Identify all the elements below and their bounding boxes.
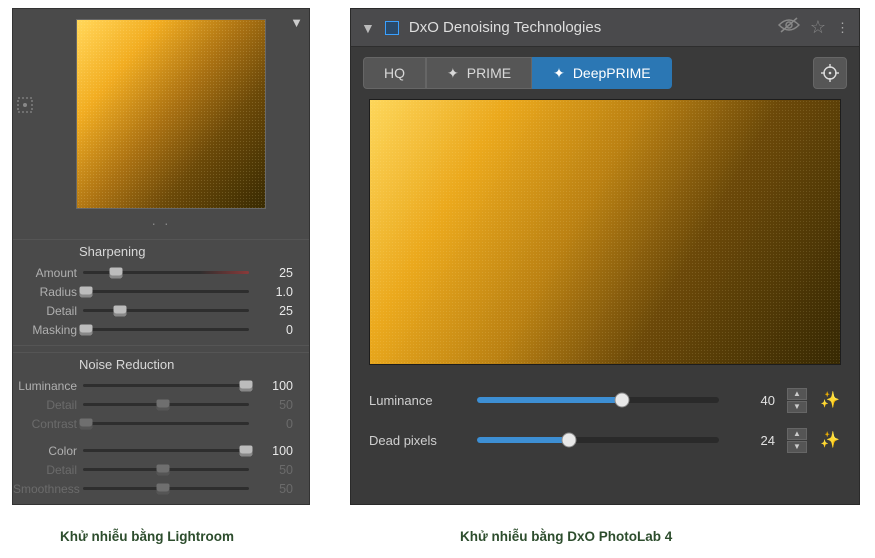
masking-row: Masking 0 [13, 320, 309, 339]
amount-row: Amount 25 [13, 263, 309, 282]
luminance-detail-label: Detail [13, 398, 83, 412]
masking-slider[interactable] [83, 323, 249, 337]
menu-icon[interactable]: ⋮ [836, 20, 849, 36]
tab-hq[interactable]: HQ [363, 57, 426, 89]
dxo-luminance-spinner[interactable]: ▲▼ [787, 388, 807, 413]
dxo-luminance-value[interactable]: 40 [731, 393, 775, 408]
dxo-luminance-row: Luminance 40 ▲▼ ✨ [369, 383, 841, 417]
radius-row: Radius 1.0 [13, 282, 309, 301]
sparkle-icon: ✦ [553, 65, 565, 82]
magic-wand-icon[interactable]: ✨ [819, 430, 841, 450]
contrast-value: 0 [249, 417, 293, 431]
enable-checkbox[interactable] [385, 21, 399, 35]
target-preview-button[interactable] [813, 57, 847, 89]
detail-label: Detail [13, 304, 83, 318]
color-detail-row: Detail 50 [13, 460, 309, 479]
smoothness-value: 50 [249, 482, 293, 496]
amount-slider[interactable] [83, 266, 249, 280]
luminance-detail-slider [83, 398, 249, 412]
masking-value[interactable]: 0 [249, 323, 293, 337]
caption-dxo: Khử nhiễu bằng DxO PhotoLab 4 [460, 529, 672, 544]
noise-reduction-section-title: Noise Reduction [13, 352, 309, 376]
color-detail-value: 50 [249, 463, 293, 477]
magic-wand-icon[interactable]: ✨ [819, 390, 841, 410]
tab-prime[interactable]: ✦PRIME [426, 57, 532, 89]
denoising-mode-tabs: HQ ✦PRIME ✦DeepPRIME [351, 47, 859, 99]
luminance-slider[interactable] [83, 379, 249, 393]
luminance-label: Luminance [13, 379, 83, 393]
radius-slider[interactable] [83, 285, 249, 299]
dxo-preview-area[interactable] [369, 99, 841, 365]
color-label: Color [13, 444, 83, 458]
caption-lightroom: Khử nhiễu bằng Lightroom [60, 529, 234, 544]
radius-label: Radius [13, 285, 83, 299]
lightroom-detail-panel: ▼ · · Sharpening Amount 25 Radius 1.0 De… [12, 8, 310, 505]
divider-dots: · · [13, 213, 309, 239]
collapse-icon[interactable]: ▼ [290, 15, 303, 30]
detail-value[interactable]: 25 [249, 304, 293, 318]
luminance-row: Luminance 100 [13, 376, 309, 395]
contrast-slider [83, 417, 249, 431]
color-detail-slider [83, 463, 249, 477]
sharpening-section-title: Sharpening [13, 239, 309, 263]
smoothness-row: Smoothness 50 [13, 479, 309, 498]
smoothness-slider [83, 482, 249, 496]
luminance-detail-value: 50 [249, 398, 293, 412]
lightroom-preview-thumbnail[interactable] [76, 19, 266, 209]
dxo-denoising-panel: ▼ DxO Denoising Technologies ☆ ⋮ HQ ✦PRI… [350, 8, 860, 505]
contrast-label: Contrast [13, 417, 83, 431]
color-value[interactable]: 100 [249, 444, 293, 458]
amount-label: Amount [13, 266, 83, 280]
masking-label: Masking [13, 323, 83, 337]
color-slider[interactable] [83, 444, 249, 458]
amount-value[interactable]: 25 [249, 266, 293, 280]
sparkle-icon: ✦ [447, 65, 459, 82]
dxo-luminance-slider[interactable] [477, 392, 719, 408]
dxo-luminance-label: Luminance [369, 393, 465, 408]
tab-deepprime[interactable]: ✦DeepPRIME [532, 57, 672, 89]
dxo-deadpixels-slider[interactable] [477, 432, 719, 448]
detail-slider[interactable] [83, 304, 249, 318]
detail-row: Detail 25 [13, 301, 309, 320]
preview-mode-icon[interactable] [13, 9, 37, 116]
smoothness-label: Smoothness [13, 482, 83, 496]
favorite-star-icon[interactable]: ☆ [810, 17, 826, 38]
dxo-deadpixels-spinner[interactable]: ▲▼ [787, 428, 807, 453]
radius-value[interactable]: 1.0 [249, 285, 293, 299]
dxo-deadpixels-row: Dead pixels 24 ▲▼ ✨ [369, 423, 841, 457]
collapse-icon[interactable]: ▼ [361, 20, 375, 36]
luminance-detail-row: Detail 50 [13, 395, 309, 414]
visibility-eye-icon[interactable] [778, 17, 800, 38]
dxo-deadpixels-label: Dead pixels [369, 433, 465, 448]
dxo-deadpixels-value[interactable]: 24 [731, 433, 775, 448]
panel-title: DxO Denoising Technologies [409, 19, 768, 36]
luminance-value[interactable]: 100 [249, 379, 293, 393]
contrast-row: Contrast 0 [13, 414, 309, 433]
dxo-panel-header: ▼ DxO Denoising Technologies ☆ ⋮ [351, 9, 859, 47]
color-row: Color 100 [13, 441, 309, 460]
color-detail-label: Detail [13, 463, 83, 477]
